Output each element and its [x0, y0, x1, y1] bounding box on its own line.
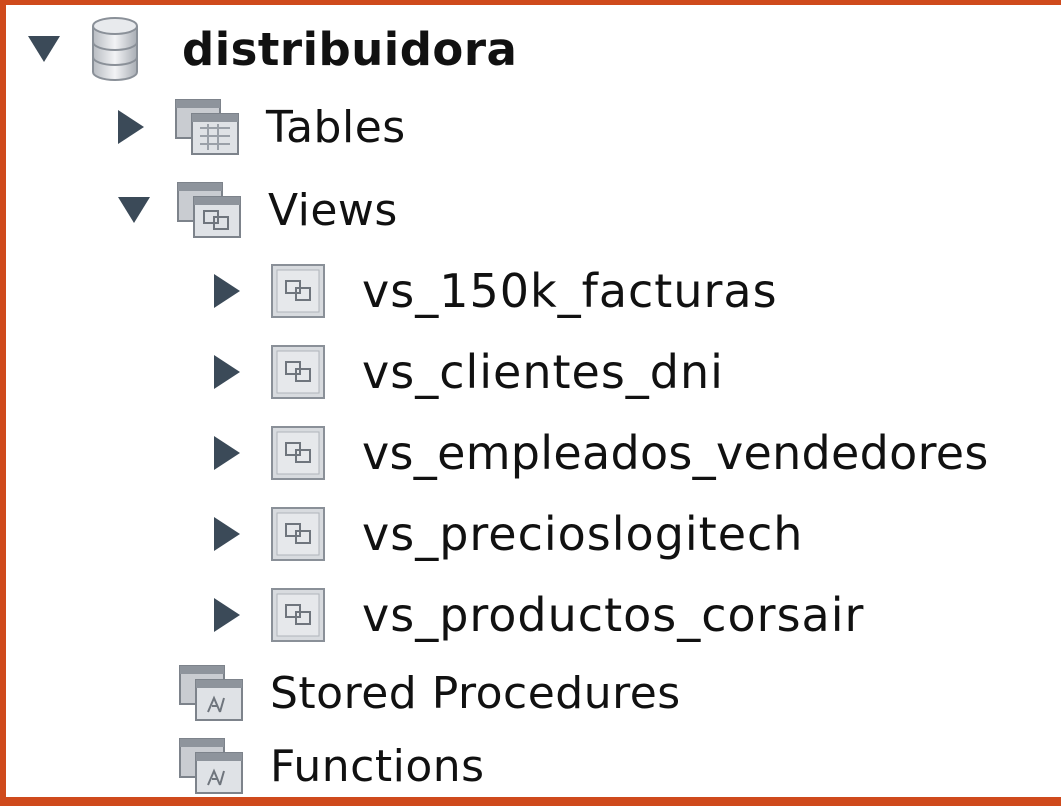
- tables-folder-icon: [174, 98, 240, 156]
- view-icon: [270, 425, 326, 481]
- view-name-label: vs_clientes_dni: [362, 345, 724, 399]
- database-icon: [90, 16, 140, 82]
- tree-node-distribuidora[interactable]: distribuidora: [28, 9, 517, 89]
- view-name-label: vs_150k_facturas: [362, 264, 778, 318]
- expand-arrow-icon[interactable]: [118, 110, 144, 144]
- view-name-label: vs_productos_corsair: [362, 588, 865, 642]
- tables-label: Tables: [266, 101, 406, 153]
- views-folder-icon: [176, 181, 242, 239]
- view-icon: [270, 263, 326, 319]
- view-name-label: vs_empleados_vendedores: [362, 426, 989, 480]
- expand-arrow-icon[interactable]: [214, 274, 240, 308]
- tree-node-functions[interactable]: Functions: [178, 726, 485, 806]
- schema-navigator-tree: distribuidora Tables Views vs_150k_factu…: [6, 5, 1061, 797]
- tree-node-view-item[interactable]: vs_150k_facturas: [214, 251, 778, 331]
- procedures-folder-icon: [178, 664, 244, 722]
- tree-node-tables[interactable]: Tables: [118, 87, 406, 167]
- tree-node-view-item[interactable]: vs_clientes_dni: [214, 332, 724, 412]
- tree-node-view-item[interactable]: vs_empleados_vendedores: [214, 413, 989, 493]
- functions-label: Functions: [270, 740, 485, 792]
- tree-node-view-item[interactable]: vs_precioslogitech: [214, 494, 803, 574]
- expand-arrow-icon[interactable]: [214, 517, 240, 551]
- stored-procedures-label: Stored Procedures: [270, 667, 681, 719]
- tree-node-views[interactable]: Views: [118, 170, 398, 250]
- views-label: Views: [268, 184, 398, 236]
- view-name-label: vs_precioslogitech: [362, 507, 804, 561]
- functions-folder-icon: [178, 737, 244, 795]
- expand-arrow-icon[interactable]: [118, 197, 150, 223]
- schema-name-label: distribuidora: [182, 22, 518, 76]
- expand-arrow-icon[interactable]: [214, 436, 240, 470]
- view-icon: [270, 344, 326, 400]
- view-icon: [270, 587, 326, 643]
- expand-arrow-icon[interactable]: [28, 36, 60, 62]
- view-icon: [270, 506, 326, 562]
- expand-arrow-icon[interactable]: [214, 598, 240, 632]
- tree-node-stored-procedures[interactable]: Stored Procedures: [178, 653, 681, 733]
- expand-arrow-icon[interactable]: [214, 355, 240, 389]
- tree-node-view-item[interactable]: vs_productos_corsair: [214, 575, 864, 655]
